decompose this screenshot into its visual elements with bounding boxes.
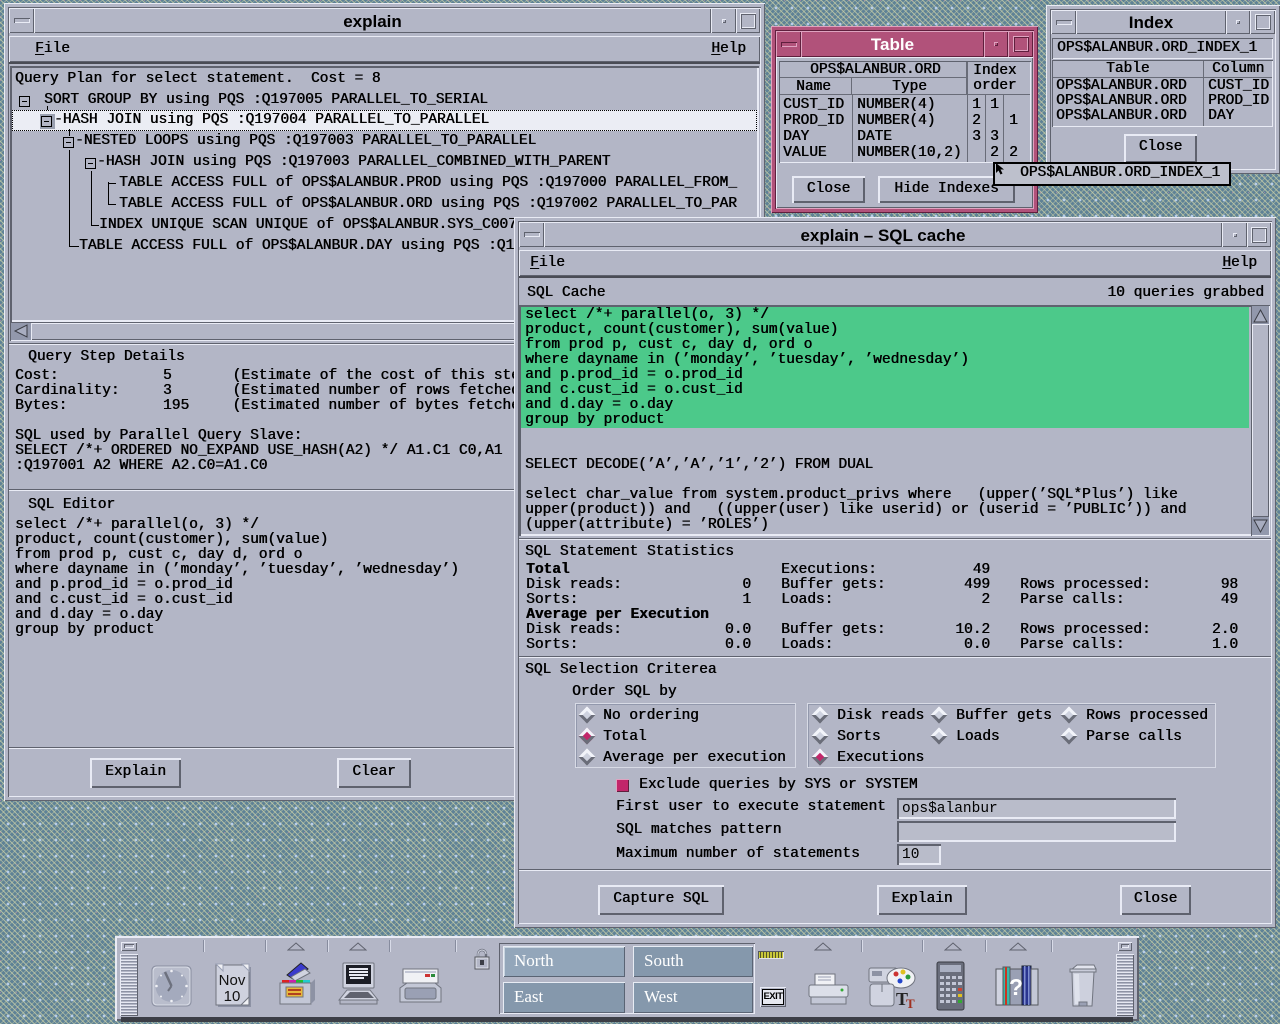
svg-text:Nov: Nov bbox=[219, 972, 246, 989]
svg-text:T: T bbox=[906, 996, 915, 1009]
svg-text:10: 10 bbox=[224, 988, 241, 1005]
svg-text:?: ? bbox=[1009, 974, 1023, 1000]
